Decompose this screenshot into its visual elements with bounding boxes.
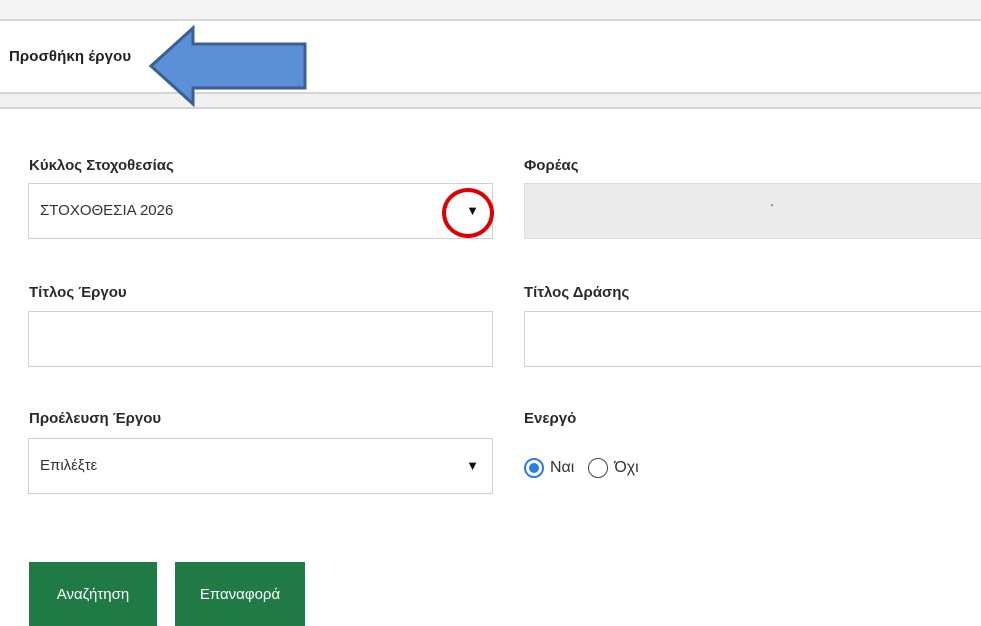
agency-field: . (524, 183, 981, 239)
active-radio-group: Ναι Όχι (524, 455, 653, 481)
active-yes-radio[interactable] (524, 458, 544, 478)
origin-label: Προέλευση Έργου (29, 410, 162, 427)
active-no-label[interactable]: Όχι (614, 459, 638, 477)
chevron-down-icon[interactable]: ▼ (466, 203, 479, 218)
page: Προσθήκη έργου Κύκλος Στοχοθεσίας ΣΤΟΧΟΘ… (0, 0, 981, 626)
action-title-input[interactable] (524, 311, 981, 367)
annotation-arrow-icon (148, 24, 307, 108)
cycle-select[interactable]: ΣΤΟΧΟΘΕΣΙΑ 2026 ▼ (28, 183, 493, 239)
agency-field-value: . (770, 193, 775, 210)
cycle-label: Κύκλος Στοχοθεσίας (29, 157, 174, 174)
top-band (0, 0, 981, 21)
active-yes-label[interactable]: Ναι (550, 459, 574, 477)
active-no-radio[interactable] (588, 458, 609, 478)
action-title-label: Τίτλος Δράσης (524, 284, 630, 301)
page-title: Προσθήκη έργου (9, 48, 132, 65)
project-title-input[interactable] (28, 311, 493, 367)
origin-select-value: Επιλέξτε (40, 457, 98, 474)
search-button[interactable]: Αναζήτηση (29, 562, 157, 626)
reset-button[interactable]: Επαναφορά (175, 562, 305, 626)
active-label: Ενεργό (524, 410, 577, 427)
project-title-label: Τίτλος Έργου (29, 284, 127, 301)
cycle-select-value: ΣΤΟΧΟΘΕΣΙΑ 2026 (40, 202, 174, 219)
agency-label: Φορέας (524, 157, 579, 174)
chevron-down-icon[interactable]: ▼ (466, 458, 479, 473)
origin-select[interactable]: Επιλέξτε ▼ (28, 438, 493, 494)
